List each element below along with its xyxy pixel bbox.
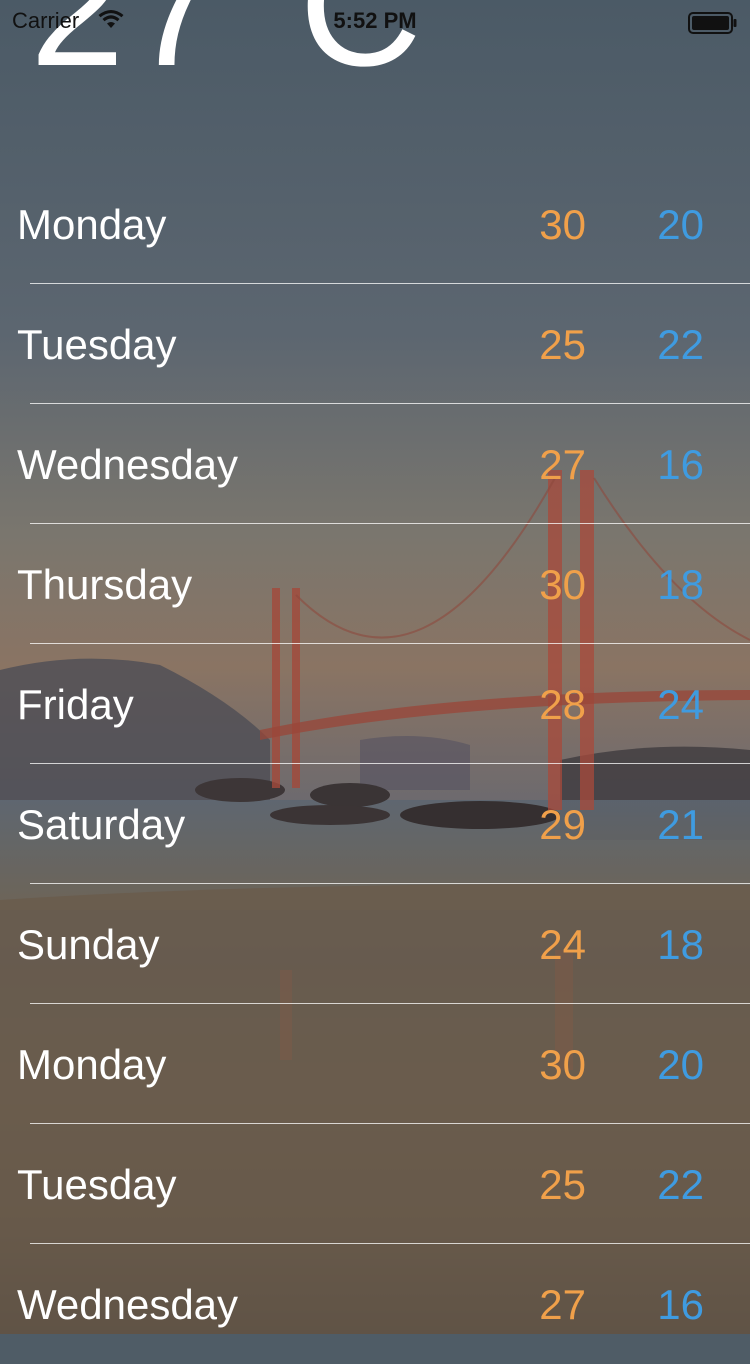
day-name: Monday (17, 201, 167, 248)
high-temperature: 28 (539, 681, 586, 728)
low-temperature: 20 (657, 1041, 704, 1088)
high-temperature: 27 (539, 1281, 586, 1328)
high-temperature: 25 (539, 321, 586, 368)
day-name: Friday (17, 681, 134, 728)
forecast-list[interactable]: Monday 30 20 Tuesday 25 22 Wednesday 27 … (0, 164, 750, 1364)
forecast-row[interactable]: Tuesday 25 22 (0, 284, 750, 404)
forecast-row[interactable]: Wednesday 27 16 (0, 404, 750, 524)
high-temperature: 24 (539, 921, 586, 968)
forecast-row[interactable]: Monday 30 20 (0, 164, 750, 284)
low-temperature: 24 (657, 681, 704, 728)
day-name: Saturday (17, 801, 186, 848)
high-temperature: 30 (539, 201, 586, 248)
forecast-row[interactable]: Sunday 24 18 (0, 884, 750, 1004)
high-temperature: 30 (539, 561, 586, 608)
day-name: Monday (17, 1041, 167, 1088)
battery-icon (688, 12, 738, 40)
low-temperature: 18 (657, 921, 704, 968)
low-temperature: 22 (657, 321, 704, 368)
status-time: 5:52 PM (333, 8, 417, 33)
forecast-row[interactable]: Monday 30 20 (0, 1004, 750, 1124)
low-temperature: 22 (657, 1161, 704, 1208)
forecast-row[interactable]: Wednesday 27 16 (0, 1244, 750, 1364)
day-name: Thursday (17, 561, 193, 608)
low-temperature: 18 (657, 561, 704, 608)
low-temperature: 16 (657, 441, 704, 488)
low-temperature: 21 (657, 801, 704, 848)
low-temperature: 16 (657, 1281, 704, 1328)
day-name: Tuesday (17, 321, 177, 368)
high-temperature: 25 (539, 1161, 586, 1208)
low-temperature: 20 (657, 201, 704, 248)
day-name: Wednesday (17, 441, 239, 488)
high-temperature: 30 (539, 1041, 586, 1088)
forecast-row[interactable]: Tuesday 25 22 (0, 1124, 750, 1244)
day-name: Wednesday (17, 1281, 239, 1328)
forecast-row[interactable]: Thursday 30 18 (0, 524, 750, 644)
high-temperature: 29 (539, 801, 586, 848)
status-bar: Carrier 5:52 PM (0, 0, 750, 40)
high-temperature: 27 (539, 441, 586, 488)
day-name: Tuesday (17, 1161, 177, 1208)
forecast-row[interactable]: Friday 28 24 (0, 644, 750, 764)
forecast-row[interactable]: Saturday 29 21 (0, 764, 750, 884)
day-name: Sunday (17, 921, 160, 968)
